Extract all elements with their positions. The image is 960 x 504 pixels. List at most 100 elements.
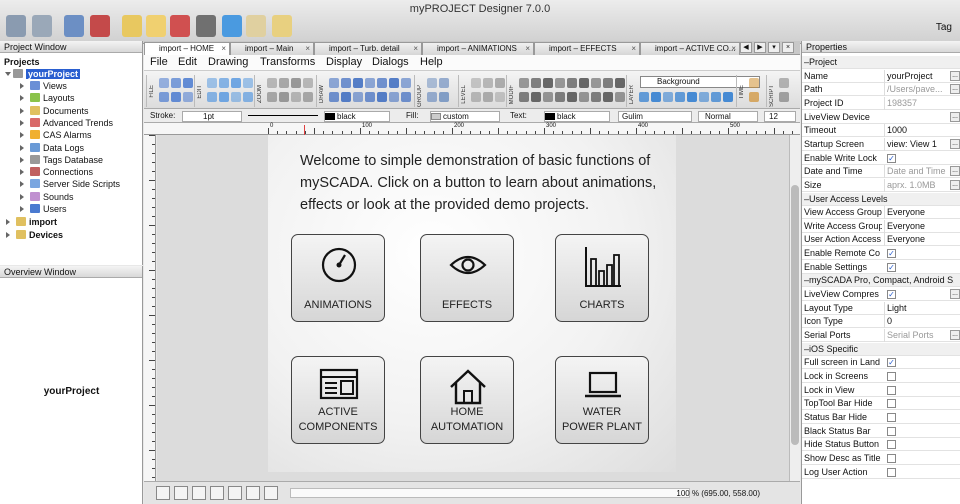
- property-row[interactable]: Serial Ports Serial Ports...: [802, 329, 960, 342]
- property-checkbox[interactable]: [887, 412, 896, 422]
- property-checkbox[interactable]: ✓: [887, 262, 896, 272]
- tool-icon[interactable]: [639, 92, 649, 102]
- menu-item[interactable]: Transforms: [260, 56, 315, 68]
- tool-icon[interactable]: [279, 78, 289, 88]
- tool-icon[interactable]: [159, 92, 169, 102]
- tool-icon[interactable]: [615, 78, 625, 88]
- tool-icon[interactable]: [471, 78, 481, 88]
- tool-icon[interactable]: [159, 78, 169, 88]
- tool-icon[interactable]: [531, 92, 541, 102]
- stroke-style-select[interactable]: [248, 115, 318, 116]
- property-row[interactable]: TopTool Bar Hide: [802, 397, 960, 411]
- tab[interactable]: import – Turb. detail ×: [314, 42, 422, 55]
- property-row[interactable]: Lock in View: [802, 384, 960, 397]
- tree-item[interactable]: Devices: [6, 229, 63, 241]
- font-weight-select[interactable]: Normal: [698, 111, 758, 122]
- tab-nav-button[interactable]: ▾: [768, 42, 780, 53]
- tool-icon[interactable]: [365, 92, 375, 102]
- tab[interactable]: import – HOME ×: [144, 42, 230, 55]
- tool-icon[interactable]: [329, 92, 339, 102]
- tool-icon[interactable]: [377, 92, 387, 102]
- save-all-icon[interactable]: [32, 15, 52, 37]
- property-value[interactable]: Serial Ports: [884, 329, 948, 342]
- property-row[interactable]: Log User Action: [802, 466, 960, 479]
- tool-icon[interactable]: [699, 92, 709, 102]
- expand-icon[interactable]: [20, 206, 24, 212]
- property-row[interactable]: Enable Remote Co ✓: [802, 247, 960, 261]
- property-row[interactable]: Icon Type 0: [802, 315, 960, 329]
- property-row[interactable]: Name yourProject...: [802, 69, 960, 83]
- tool-icon[interactable]: [567, 92, 577, 102]
- tab-nav-button[interactable]: ▶: [754, 42, 766, 53]
- tool-icon[interactable]: [439, 78, 449, 88]
- property-row[interactable]: Hide Status Button: [802, 438, 960, 452]
- property-row[interactable]: Write Access Group Everyone: [802, 219, 960, 233]
- charts-button[interactable]: CHARTS: [555, 234, 649, 322]
- tool-icon[interactable]: [495, 78, 505, 88]
- expand-icon[interactable]: [6, 232, 10, 238]
- property-value[interactable]: Everyone: [884, 233, 948, 247]
- tree-item[interactable]: Users: [20, 203, 67, 215]
- vertical-scrollbar[interactable]: [789, 135, 800, 481]
- tree-item[interactable]: CAS Alarms: [20, 129, 92, 141]
- tool-icon[interactable]: [749, 92, 759, 102]
- tool-icon[interactable]: [389, 92, 399, 102]
- tool-icon[interactable]: [749, 78, 759, 88]
- tool-icon[interactable]: [603, 92, 613, 102]
- property-checkbox[interactable]: [887, 399, 896, 409]
- tool-icon[interactable]: [723, 92, 733, 102]
- tab[interactable]: import – Main ×: [230, 42, 314, 55]
- close-icon[interactable]: ×: [731, 43, 736, 55]
- tool-icon[interactable]: [591, 78, 601, 88]
- tree-root[interactable]: Projects: [4, 56, 40, 68]
- tool-icon[interactable]: [303, 92, 313, 102]
- import-icon[interactable]: [64, 15, 84, 37]
- tool-icon[interactable]: [427, 78, 437, 88]
- tool-icon[interactable]: [483, 92, 493, 102]
- ellipsis-button[interactable]: ...: [950, 289, 960, 300]
- folder-icon[interactable]: [246, 15, 266, 37]
- tool-icon[interactable]: [483, 78, 493, 88]
- tool-icon[interactable]: [171, 92, 181, 102]
- property-value[interactable]: /Users/pave...: [884, 83, 948, 97]
- expand-icon[interactable]: [20, 95, 24, 102]
- close-icon[interactable]: ×: [221, 43, 226, 55]
- tool-icon[interactable]: [291, 92, 301, 102]
- tool-icon[interactable]: [341, 78, 351, 88]
- tool-icon[interactable]: [243, 78, 253, 88]
- tag-button[interactable]: Tag: [936, 22, 952, 33]
- tree-item[interactable]: Views: [20, 80, 67, 92]
- tree-item[interactable]: import: [6, 216, 57, 228]
- property-checkbox[interactable]: [887, 453, 896, 463]
- tools-icon[interactable]: [196, 15, 216, 37]
- tree-project[interactable]: yourProject: [5, 68, 81, 80]
- menu-item[interactable]: Display: [326, 56, 362, 68]
- expand-icon[interactable]: [20, 107, 24, 114]
- snap-icon[interactable]: [192, 486, 206, 500]
- property-row[interactable]: Startup Screen view: View 1...: [802, 137, 960, 151]
- close-icon[interactable]: ×: [413, 43, 418, 55]
- tool-icon[interactable]: [207, 78, 217, 88]
- grid-icon[interactable]: [174, 486, 188, 500]
- tool-icon[interactable]: [329, 78, 339, 88]
- stroke-width-select[interactable]: 1pt: [182, 111, 242, 122]
- horizontal-scrollbar[interactable]: [290, 488, 690, 498]
- tool-icon[interactable]: [389, 78, 399, 88]
- tool-icon[interactable]: [207, 92, 217, 102]
- tool-icon[interactable]: [779, 78, 789, 88]
- menu-item[interactable]: Dialogs: [372, 56, 409, 68]
- property-row[interactable]: Status Bar Hide: [802, 411, 960, 424]
- property-section[interactable]: –Project: [802, 56, 960, 69]
- frame-icon[interactable]: [228, 486, 242, 500]
- tree-item[interactable]: Data Logs: [20, 142, 84, 154]
- tool-icon[interactable]: [439, 92, 449, 102]
- property-value[interactable]: Everyone: [884, 219, 948, 233]
- property-checkbox[interactable]: [887, 385, 896, 395]
- tab[interactable]: import – EFFECTS ×: [534, 42, 640, 55]
- tool-icon[interactable]: [531, 78, 541, 88]
- property-row[interactable]: Date and Time Date and Time...: [802, 165, 960, 179]
- text-color-select[interactable]: black: [544, 111, 610, 122]
- font-select[interactable]: Gulim: [618, 111, 692, 122]
- tool-icon[interactable]: [555, 92, 565, 102]
- menu-item[interactable]: Edit: [178, 56, 197, 68]
